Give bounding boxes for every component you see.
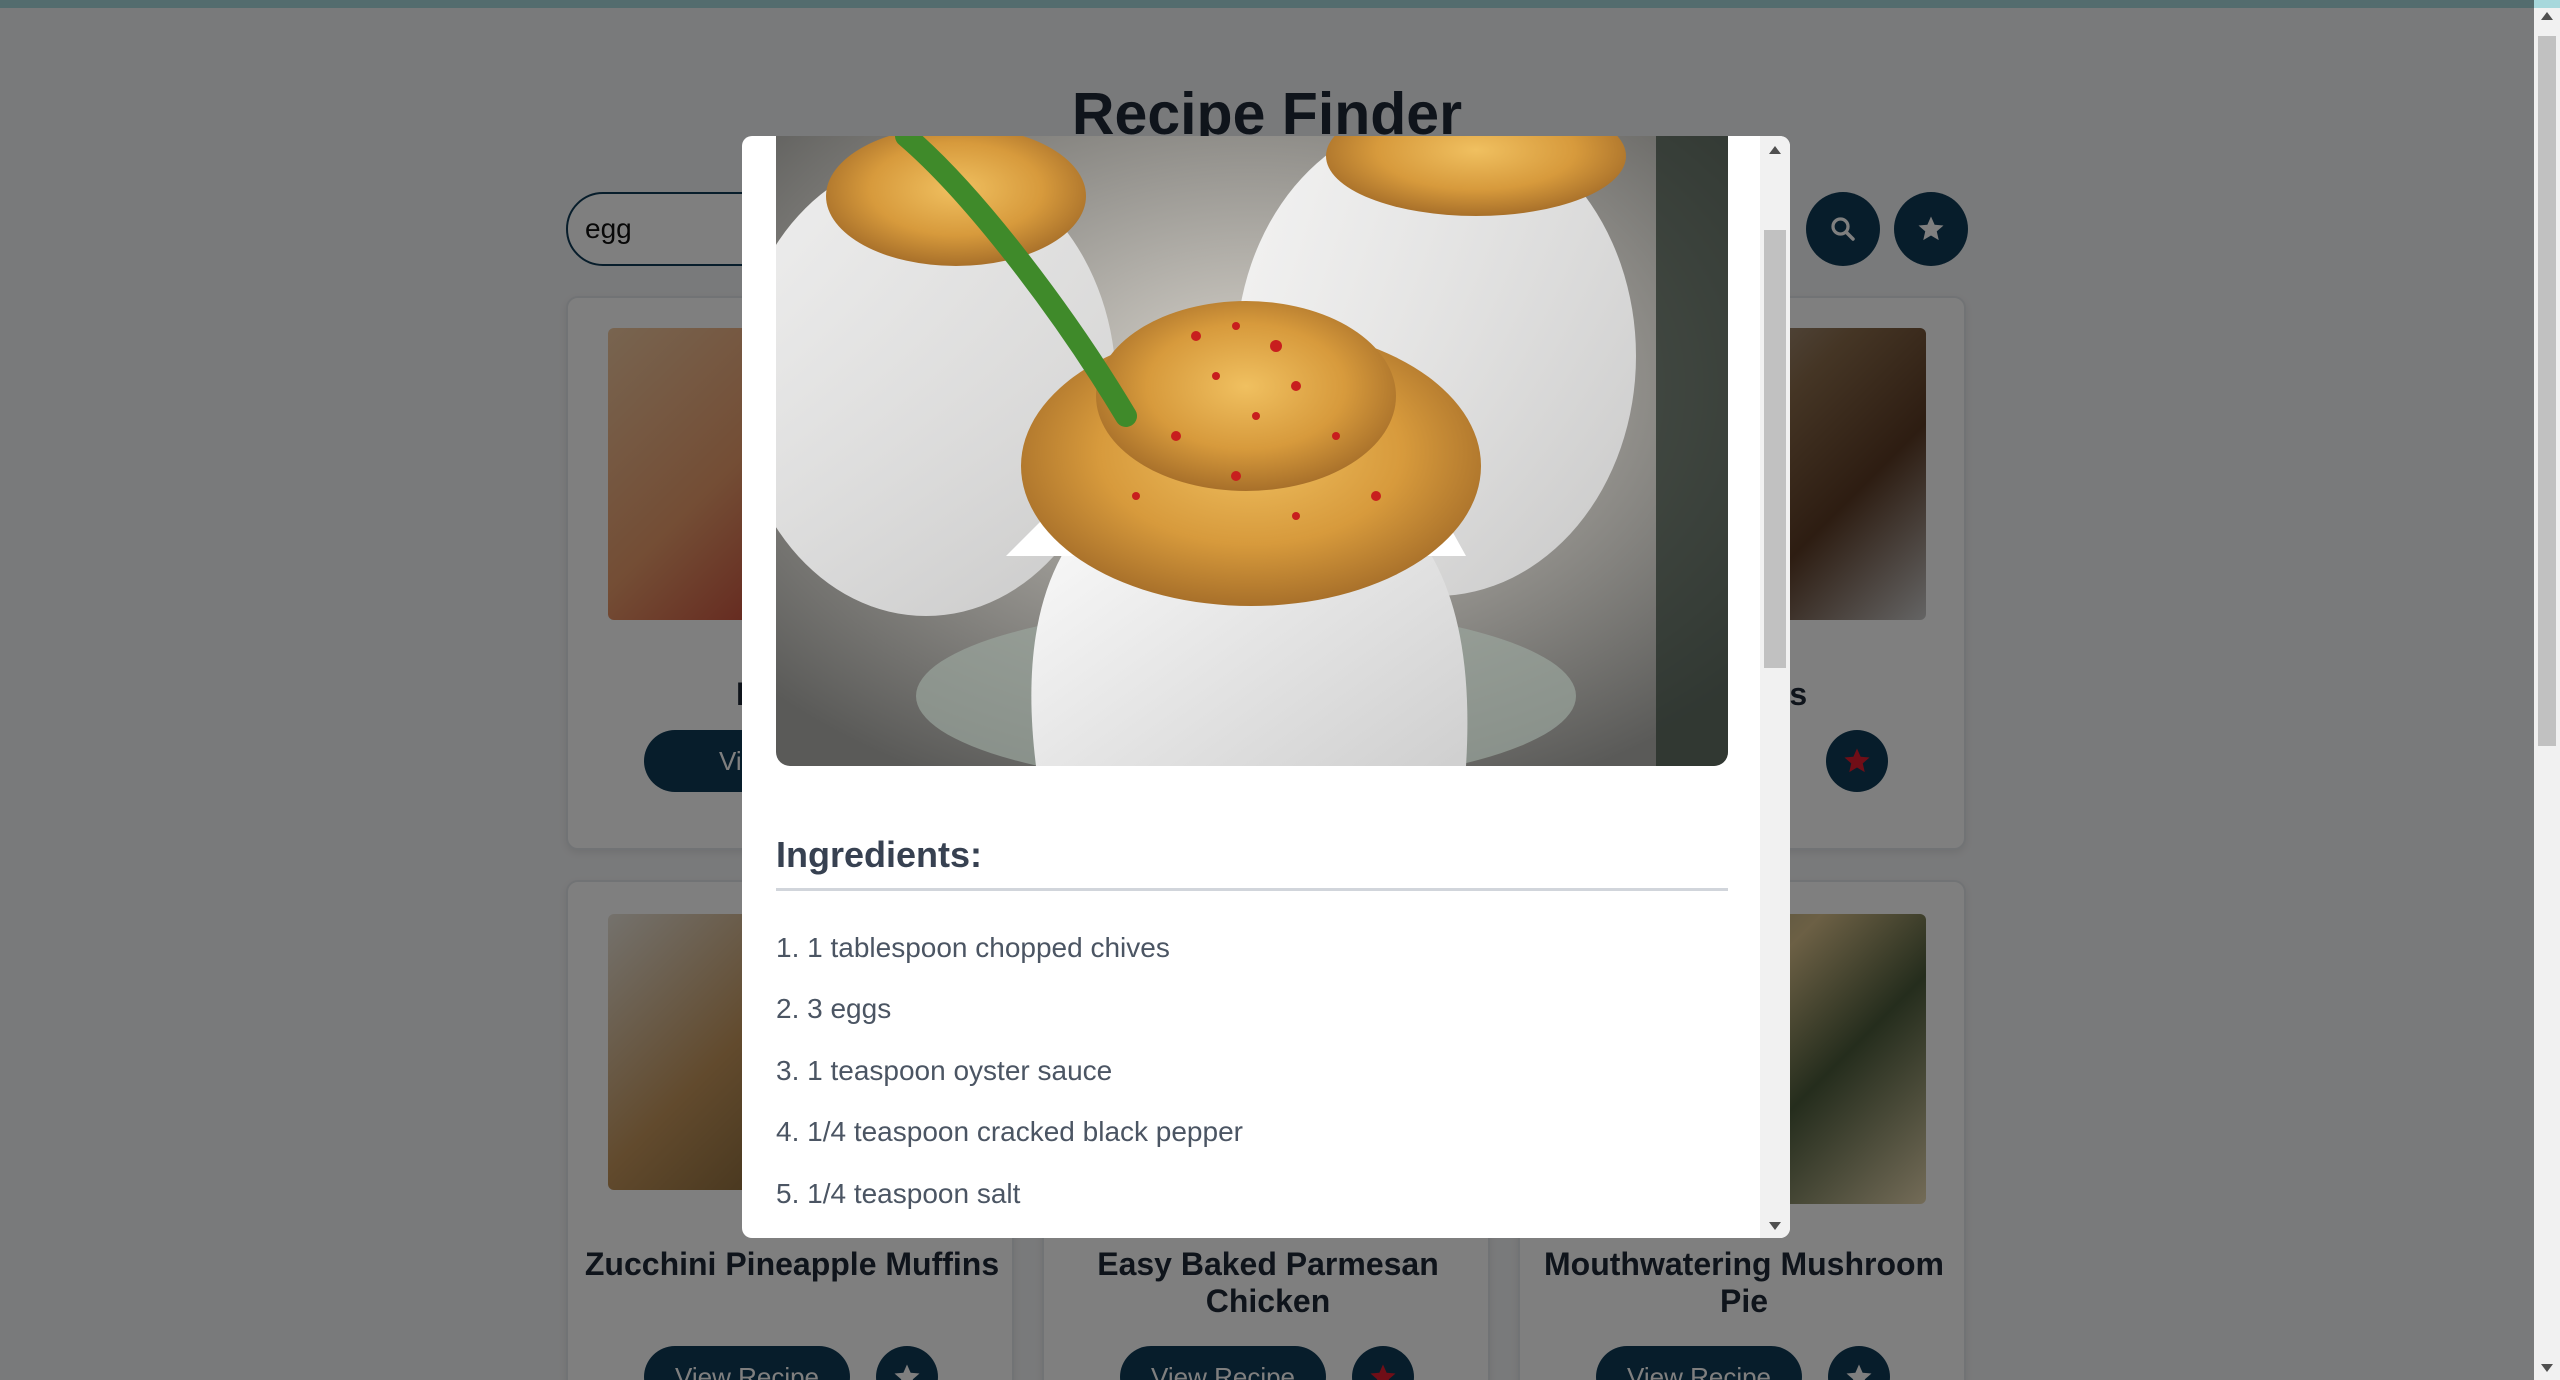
ingredient-item: 2. 3 eggs xyxy=(776,993,892,1025)
ingredients-heading: Ingredients: xyxy=(776,834,983,875)
modal-scrollbar-thumb[interactable] xyxy=(1764,230,1786,668)
triangle-down-icon[interactable] xyxy=(1769,1222,1781,1230)
ingredient-item: 1. 1 tablespoon chopped chives xyxy=(776,932,1170,963)
triangle-up-icon[interactable] xyxy=(1769,146,1781,154)
scrollbar-thumb[interactable] xyxy=(2538,36,2556,746)
ingredient-item: 3. 1 teaspoon oyster sauce xyxy=(776,1054,1113,1086)
ingredient-item: 4. 1/4 teaspoon cracked black pepper xyxy=(776,1116,1243,1148)
modal-scrollbar[interactable] xyxy=(1760,136,1790,1238)
triangle-up-icon[interactable] xyxy=(2541,12,2553,20)
ingredients-divider xyxy=(776,888,1728,891)
recipe-photo xyxy=(776,136,1728,766)
ingredient-item: 5. 1/4 teaspoon salt xyxy=(776,1177,1021,1209)
triangle-down-icon[interactable] xyxy=(2541,1364,2553,1372)
window-scrollbar[interactable] xyxy=(2534,8,2560,1380)
ingredients-list: 1. 1 tablespoon chopped chives 2. 3 eggs… xyxy=(776,932,1728,1238)
recipe-modal: Ingredients: 1. 1 tablespoon chopped chi… xyxy=(742,136,1790,1238)
